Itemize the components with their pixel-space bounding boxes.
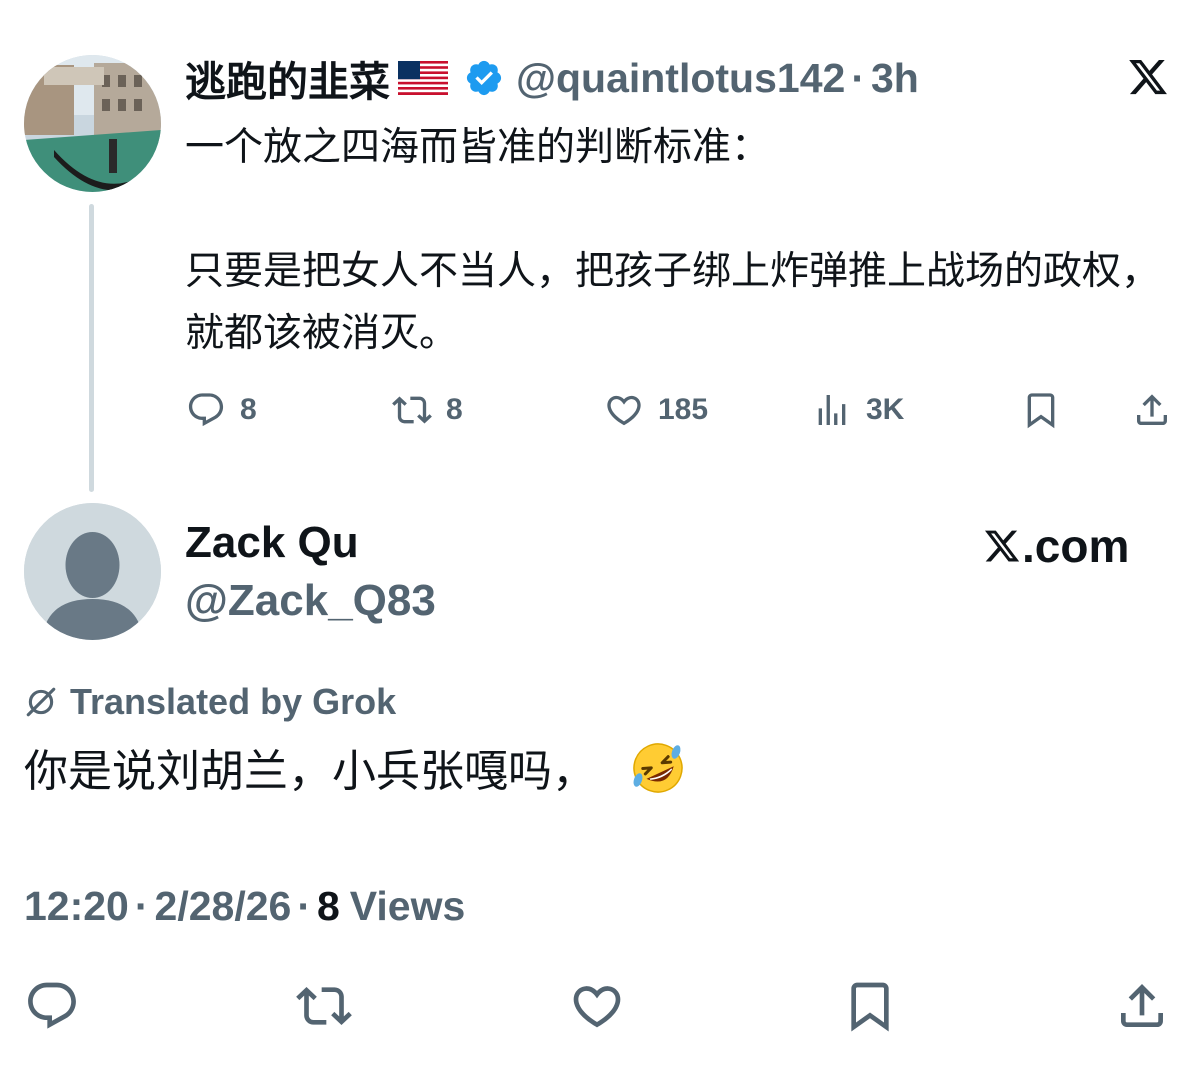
translation-notice[interactable]: Translated by Grok — [24, 680, 396, 724]
bookmark-icon — [1027, 393, 1055, 429]
reply-author-handle[interactable]: @Zack_Q83 — [185, 576, 436, 626]
translation-label: Translated by Grok — [70, 681, 397, 722]
like-count: 185 — [658, 393, 709, 426]
original-author-name[interactable]: 逃跑的韭菜 — [185, 48, 390, 108]
views-count: 3K — [866, 393, 905, 426]
verified-icon — [464, 58, 504, 98]
grok-icon — [26, 687, 56, 717]
repost-button[interactable]: 8 — [392, 388, 463, 432]
reply-views-label[interactable]: Views — [350, 883, 466, 930]
reply-tweet-text: 你是说刘胡兰，小兵张嘎吗， — [24, 740, 686, 804]
reply-count: 8 — [240, 393, 257, 426]
reply-share-button[interactable] — [1114, 978, 1170, 1034]
reply-text-content: 你是说刘胡兰，小兵张嘎吗， — [24, 746, 596, 797]
reply-bookmark-button[interactable] — [842, 978, 898, 1034]
bookmark-button[interactable] — [1021, 388, 1061, 432]
reply-meta: 12:20 · 2/28/26 · 8 Views — [24, 880, 465, 932]
reply-date[interactable]: 2/28/26 — [155, 883, 292, 930]
original-tweet-time[interactable]: 3h — [871, 55, 919, 102]
reply-reply-button[interactable] — [24, 978, 80, 1034]
repost-icon — [392, 396, 432, 424]
meta-separator-1: · — [134, 882, 149, 929]
like-button[interactable]: 185 — [604, 388, 708, 432]
share-icon — [1121, 984, 1163, 1027]
us-flag-icon — [398, 61, 448, 95]
reply-views-count: 8 — [316, 882, 340, 929]
views-button[interactable]: 3K — [812, 388, 904, 432]
original-author-avatar[interactable] — [24, 55, 161, 192]
like-icon — [607, 395, 641, 426]
reply-time[interactable]: 12:20 — [24, 883, 129, 930]
meta-separator-2: · — [297, 882, 311, 929]
share-button[interactable] — [1132, 388, 1172, 432]
share-icon — [1137, 394, 1167, 425]
rofl-emoji-icon — [630, 740, 686, 796]
x-com-text: .com — [1022, 520, 1130, 572]
like-icon — [573, 986, 621, 1028]
reply-repost-button[interactable] — [296, 978, 352, 1034]
reply-author-avatar[interactable] — [24, 503, 161, 640]
x-logo-icon — [1126, 56, 1170, 98]
thread-connector-line — [89, 204, 94, 492]
repost-count: 8 — [446, 393, 463, 426]
header-separator: · — [851, 54, 865, 101]
reply-icon — [28, 982, 76, 1029]
reply-like-button[interactable] — [569, 978, 625, 1034]
original-tweet-text: 一个放之四海而皆准的判断标准： 只要是把女人不当人，把孩子绑上炸弹推上战场的政权… — [185, 125, 1161, 356]
x-com-brand: .com — [982, 520, 1129, 572]
repost-icon — [296, 987, 352, 1025]
bookmark-icon — [851, 982, 889, 1032]
views-icon — [818, 395, 846, 425]
reply-author-name[interactable]: Zack Qu — [185, 518, 359, 568]
reply-icon — [188, 393, 224, 427]
original-tweet-header: 逃跑的韭菜 @quaintlotus142 · 3h — [185, 52, 919, 107]
original-author-handle[interactable]: @quaintlotus142 — [516, 55, 845, 102]
reply-button[interactable]: 8 — [186, 388, 257, 432]
x-brand-icon — [984, 530, 1020, 562]
